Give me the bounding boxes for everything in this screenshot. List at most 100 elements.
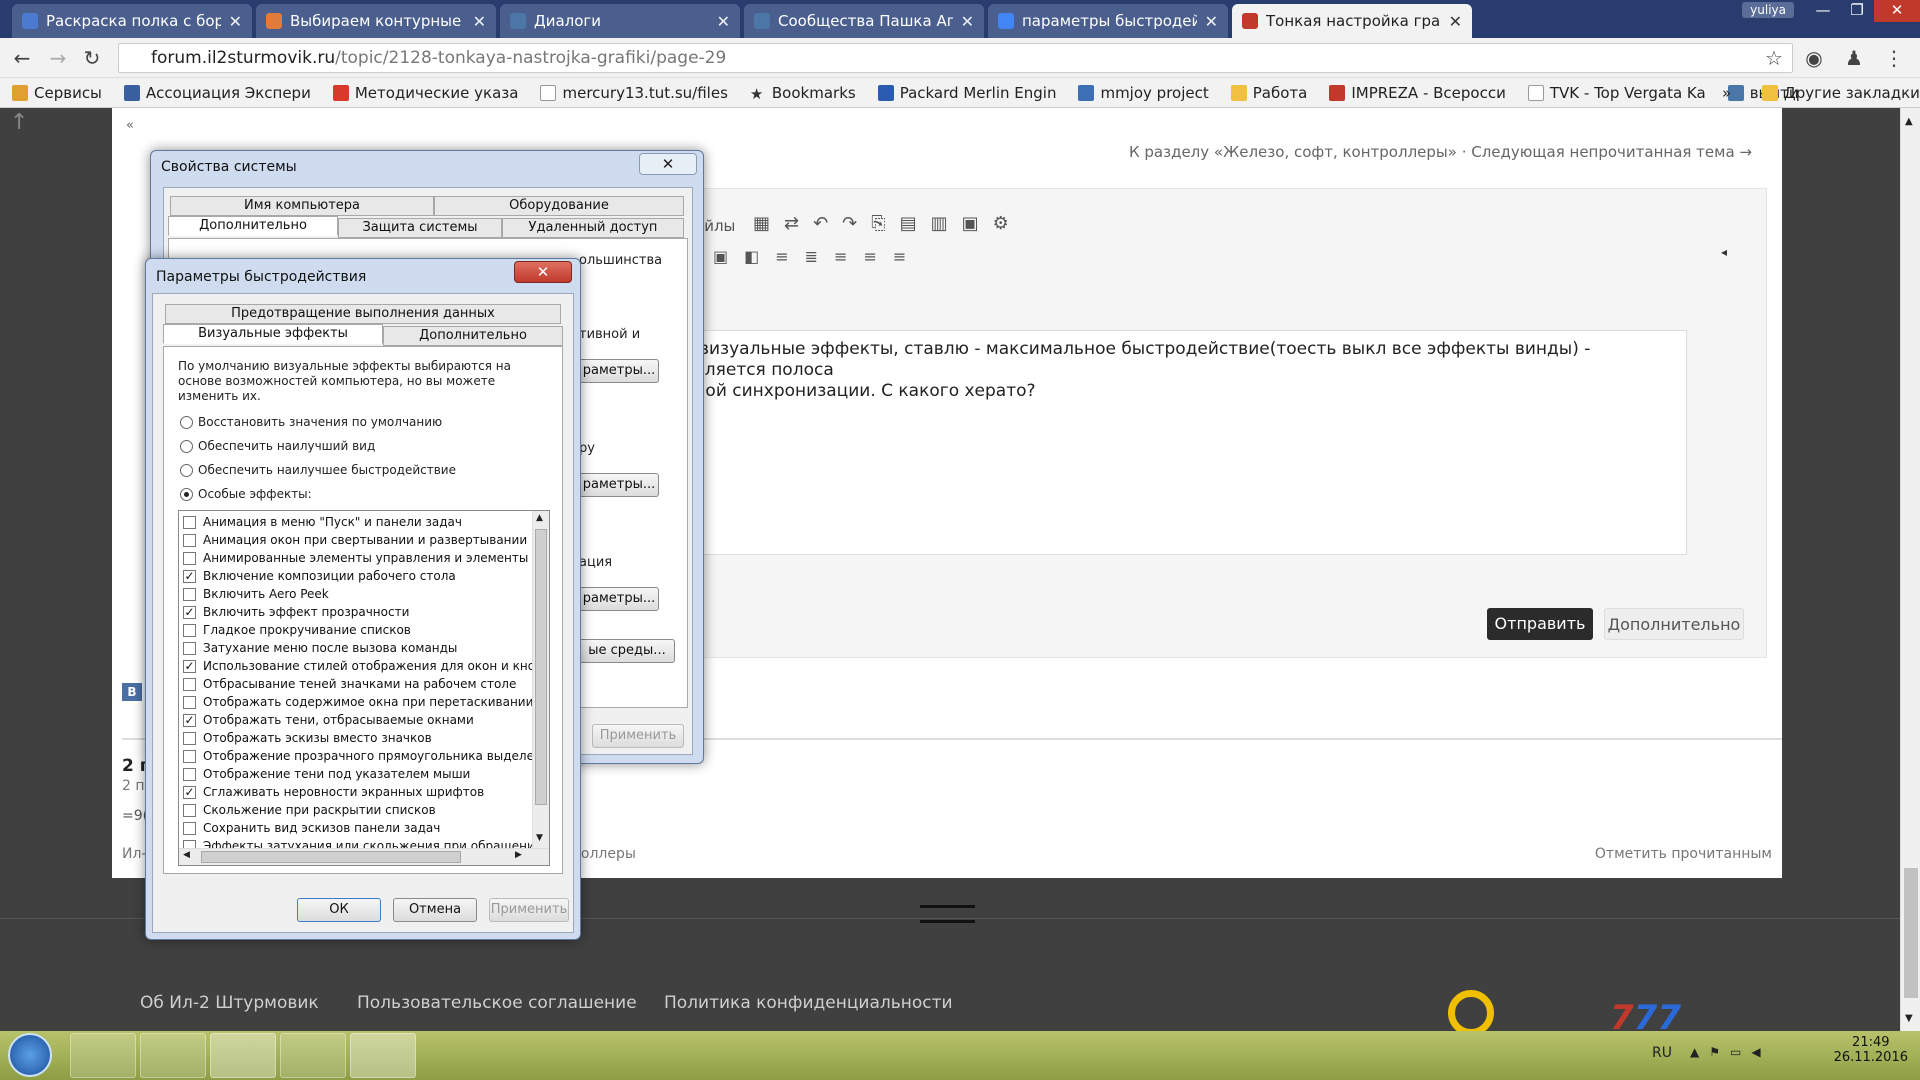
checkbox-icon[interactable]: ✓	[183, 569, 196, 583]
apply-button[interactable]: Применить	[489, 898, 569, 922]
footer-link-about[interactable]: Об Ил-2 Штурмовик	[140, 993, 319, 1013]
effects-list[interactable]: Эффекты затухания или скольжения при обр…	[178, 510, 550, 866]
browser-tab[interactable]: Раскраска полка с борт ✕	[12, 4, 252, 38]
checkbox-icon[interactable]	[183, 641, 196, 655]
radio-custom[interactable]: Особые эффекты:	[180, 487, 312, 501]
reload-icon[interactable]: ↻	[78, 44, 106, 72]
post-text-area[interactable]: ды, визуальные эффекты, ставлю - максима…	[652, 330, 1687, 555]
menu-icon[interactable]: ⋮	[1880, 44, 1908, 72]
scroll-up-icon[interactable]: ▲	[1905, 116, 1913, 127]
effect-item[interactable]: Анимация окон при свертывании и разверты…	[183, 531, 527, 549]
effect-item[interactable]: ✓ Отображать тени, отбрасываемые окнами	[183, 711, 474, 729]
profiles-settings-button[interactable]: раметры...	[579, 473, 659, 497]
effect-item[interactable]: ✓ Включить эффект прозрачности	[183, 603, 409, 621]
checkbox-icon[interactable]	[183, 767, 196, 781]
effect-item[interactable]: Сохранить вид эскизов панели задач	[183, 819, 440, 837]
radio-best-performance[interactable]: Обеспечить наилучшее быстродействие	[180, 463, 456, 477]
close-icon[interactable]: ✕	[514, 261, 572, 283]
pager-first[interactable]: «	[126, 118, 134, 133]
forward-icon[interactable]: →	[44, 44, 72, 72]
clock[interactable]: 21:49 26.11.2016	[1834, 1035, 1908, 1065]
browser-tab[interactable]: Выбираем контурные к ✕	[256, 4, 496, 38]
startup-settings-button[interactable]: раметры...	[579, 587, 659, 611]
radio-best-appearance[interactable]: Обеспечить наилучший вид	[180, 439, 375, 453]
footer-link-terms[interactable]: Пользовательское соглашение	[357, 993, 637, 1013]
effect-item[interactable]: Включить Aero Peek	[183, 585, 329, 603]
list-horizontal-scrollbar[interactable]: ◀ ▶	[179, 848, 549, 865]
start-button-icon[interactable]	[8, 1033, 52, 1077]
browser-tab-active[interactable]: Тонкая настройка граф ✕	[1232, 4, 1472, 38]
effect-item[interactable]: Анимация в меню "Пуск" и панели задач	[183, 513, 462, 531]
scrollbar-thumb[interactable]	[1904, 868, 1918, 998]
browser-tab[interactable]: Диалоги ✕	[500, 4, 740, 38]
page-scrollbar[interactable]: ▲ ▼	[1900, 108, 1920, 1031]
environment-variables-button[interactable]: ые среды...	[579, 639, 675, 663]
restore-icon[interactable]: ❐	[1840, 0, 1874, 22]
bookmark-star-icon[interactable]: ☆	[1760, 44, 1788, 72]
bookmark-item[interactable]: Ассоциация Экспери	[123, 84, 311, 102]
close-icon[interactable]: ✕	[639, 153, 697, 175]
bookmark-item[interactable]: Сервисы	[12, 84, 102, 102]
tab-dep[interactable]: Предотвращение выполнения данных	[165, 304, 561, 324]
tab-close-icon[interactable]: ✕	[961, 12, 974, 31]
profile-user-badge[interactable]: yuliya	[1742, 2, 1794, 18]
browser-tab[interactable]: Сообщества Пашка Ага ✕	[744, 4, 984, 38]
scroll-left-icon[interactable]: ◀	[183, 850, 190, 860]
checkbox-icon[interactable]	[183, 533, 196, 547]
checkbox-icon[interactable]	[183, 515, 196, 529]
checkbox-icon[interactable]	[183, 677, 196, 691]
checkbox-icon[interactable]	[183, 551, 196, 565]
tab-advanced[interactable]: Дополнительно	[383, 326, 563, 346]
other-bookmarks[interactable]: Другие закладки	[1762, 84, 1920, 102]
tab-remote[interactable]: Удаленный доступ	[502, 218, 684, 238]
chrome-icon[interactable]	[210, 1033, 276, 1078]
scroll-right-icon[interactable]: ▶	[515, 850, 522, 860]
effect-item[interactable]: Затухание меню после вызова команды	[183, 639, 457, 657]
extension-chat-icon[interactable]: ◉	[1800, 44, 1828, 72]
effect-item[interactable]: Отображение прозрачного прямоугольника в…	[183, 747, 549, 765]
effect-item[interactable]: ✓ Включение композиции рабочего стола	[183, 567, 456, 585]
browser-tab[interactable]: параметры быстродейс ✕	[988, 4, 1228, 38]
checkbox-icon[interactable]	[183, 695, 196, 709]
ok-button[interactable]: ОК	[297, 898, 381, 922]
tab-hardware[interactable]: Оборудование	[434, 196, 684, 216]
effect-item[interactable]: Гладкое прокручивание списков	[183, 621, 411, 639]
bookmark-item[interactable]: mmjoy project	[1078, 84, 1209, 102]
effect-item[interactable]: Отображать содержимое окна при перетаски…	[183, 693, 533, 711]
extension-user-icon[interactable]: ♟	[1840, 44, 1868, 72]
effect-item[interactable]: Отображать эскизы вместо значков	[183, 729, 432, 747]
explorer-icon[interactable]	[70, 1033, 136, 1078]
scroll-top-icon[interactable]: ↑	[10, 110, 28, 135]
scroll-up-icon[interactable]: ▲	[536, 513, 543, 523]
media-player-icon[interactable]	[140, 1033, 206, 1078]
editor-format-icons[interactable]: ▣◧≡≣≡≡≡	[713, 247, 922, 266]
bookmark-item[interactable]: ★ Bookmarks	[750, 84, 856, 102]
tray-icons[interactable]: ▲⚑▭◀	[1690, 1045, 1771, 1059]
vk-share-icon[interactable]: В	[122, 683, 142, 701]
bookmark-item[interactable]: mercury13.tut.su/files	[540, 84, 728, 102]
effect-item[interactable]: Анимированные элементы управления и элем…	[183, 549, 549, 567]
editor-toolbar-icons[interactable]: ▦⇄↶↷⎘▤▥▣⚙	[753, 213, 1023, 234]
bottom-breadcrumb[interactable]: Ил-	[122, 846, 146, 862]
effect-item[interactable]: ✓ Использование стилей отображения для ок…	[183, 657, 549, 675]
mark-read-link[interactable]: Отметить прочитанным	[1595, 846, 1772, 862]
tab-close-icon[interactable]: ✕	[717, 12, 730, 31]
tab-computer-name[interactable]: Имя компьютера	[170, 196, 434, 216]
bookmark-item[interactable]: Packard Merlin Engin	[877, 84, 1056, 102]
address-bar[interactable]: forum.il2sturmovik.ru/topic/2128-tonkaya…	[118, 43, 1793, 73]
close-window-icon[interactable]: ✕	[1874, 0, 1920, 22]
scrollbar-thumb[interactable]	[201, 851, 461, 863]
bookmark-item[interactable]: Работа	[1230, 84, 1307, 102]
back-icon[interactable]: ←	[8, 44, 36, 72]
tab-visual-effects[interactable]: Визуальные эффекты	[163, 324, 383, 344]
list-vertical-scrollbar[interactable]: ▲ ▼	[532, 511, 549, 849]
scroll-down-icon[interactable]: ▼	[536, 833, 543, 843]
tab-close-icon[interactable]: ✕	[1205, 12, 1218, 31]
checkbox-icon[interactable]	[183, 587, 196, 601]
checkbox-icon[interactable]	[183, 821, 196, 835]
footer-link-privacy[interactable]: Политика конфиденциальности	[664, 993, 953, 1013]
send-button[interactable]: Отправить	[1487, 608, 1593, 640]
checkbox-icon[interactable]	[183, 749, 196, 763]
radio-defaults[interactable]: Восстановить значения по умолчанию	[180, 415, 442, 429]
breadcrumb[interactable]: К разделу «Железо, софт, контроллеры» · …	[1129, 143, 1752, 161]
